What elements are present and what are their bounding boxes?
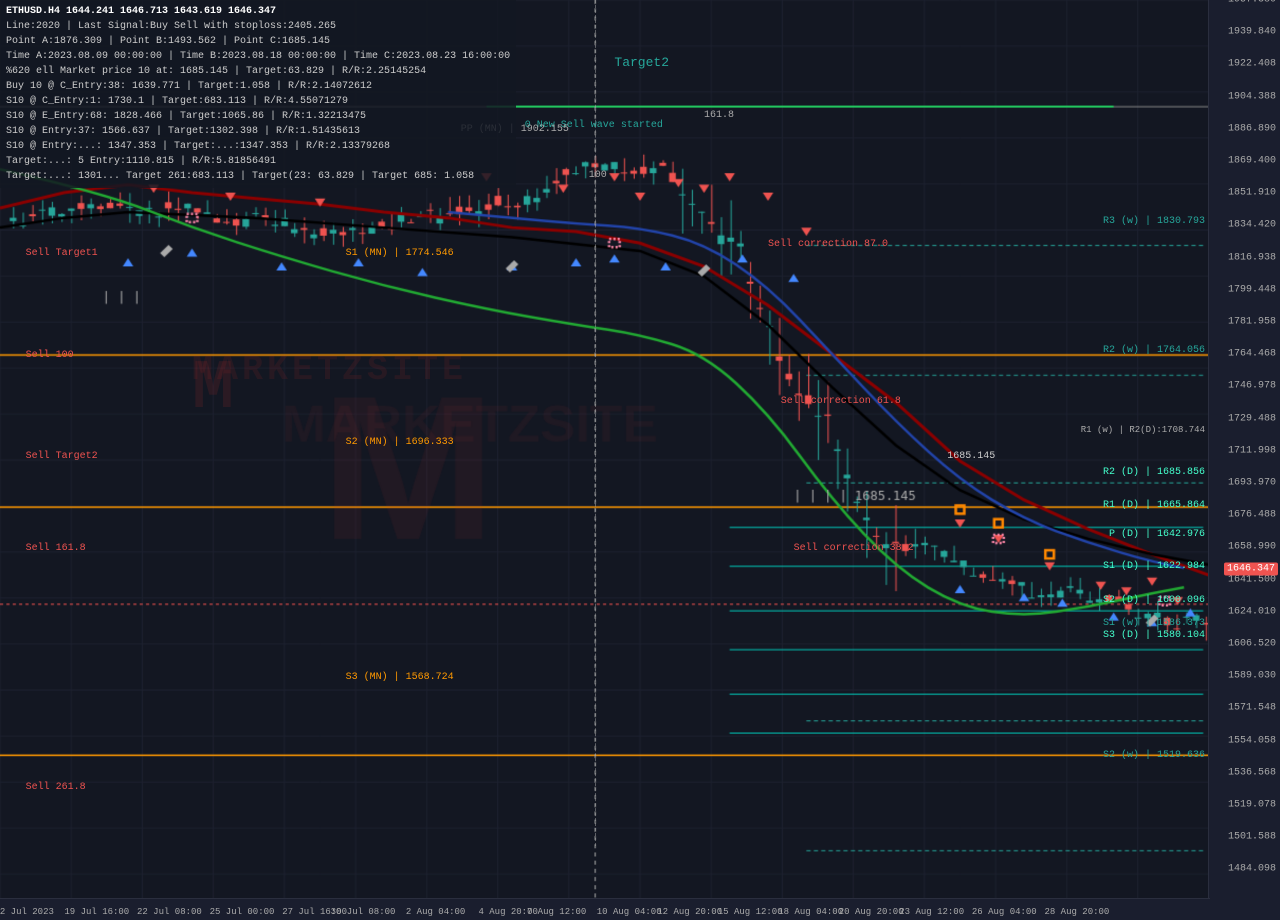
price-1685-label: 1685.145 [947,451,995,462]
sell-100-label: Sell 100 [26,350,74,361]
time-label: 19 Jul 16:00 [64,907,129,917]
price-label: 1554.058 [1228,735,1276,746]
info-line-5: S10 @ C_Entry:1: 1730.1 | Target:683.113… [6,94,510,109]
price-label: 1957.380 [1228,0,1276,6]
time-label: 12 Aug 20:00 [657,907,722,917]
info-line-1: Point A:1876.309 | Point B:1493.562 | Po… [6,34,510,49]
price-label: 1939.840 [1228,27,1276,38]
time-label: 15 Aug 12:00 [718,907,783,917]
r2-d-label: R2 (D) | 1685.856 [1103,467,1205,478]
info-line-8: S10 @ Entry:...: 1347.353 | Target:...:1… [6,139,510,154]
price-label: 1764.468 [1228,349,1276,360]
price-label: 1711.998 [1228,445,1276,456]
price-label: 1729.488 [1228,413,1276,424]
price-label: 1746.978 [1228,381,1276,392]
time-label: 23 Aug 12:00 [899,907,964,917]
info-line-10: Target:...: 1301... Target 261:683.113 |… [6,169,510,184]
price-label: 1693.970 [1228,478,1276,489]
time-label: 18 Aug 04:00 [778,907,843,917]
price-label: 1816.938 [1228,252,1276,263]
info-line-3: %620 ell Market price 10 at: 1685.145 | … [6,64,510,79]
s2-mn-label: S2 (MN) | 1696.333 [346,437,454,448]
sell-correction-382-label: Sell correction 38.2 [794,543,914,554]
sell-2618-label: Sell 261.8 [26,782,86,793]
s1-mn-label: S1 (MN) | 1774.546 [346,248,454,259]
time-label: 26 Aug 04:00 [972,907,1037,917]
chart-container: M MARKETZSITE ETHUSD.H4 1644.241 1646.71… [0,0,1280,920]
s3-d-label: S3 (D) | 1580.104 [1103,630,1205,641]
subtitle-line: Line:2020 | Last Signal:Buy Sell with st… [6,19,510,34]
sell-1618-label: Sell 161.8 [26,543,86,554]
fib-100-label: 100 [589,170,607,181]
fib-1618-label: 161.8 [704,110,734,121]
price-label: 1641.500 [1228,574,1276,585]
s2-w-label: S2 (w) | 1519.636 [1103,750,1205,761]
price-label: 1484.098 [1228,864,1276,875]
price-label: 1536.568 [1228,767,1276,778]
price-scale: 1957.380 1939.840 1922.408 1904.388 1886.890… [1208,0,1280,920]
price-label: 1676.488 [1228,510,1276,521]
price-label: 1571.548 [1228,703,1276,714]
sell-target2-label: Sell Target2 [26,451,98,462]
time-label: 22 Jul 08:00 [137,907,202,917]
price-label: 1781.958 [1228,317,1276,328]
price-label: 1922.408 [1228,59,1276,70]
price-label: 1501.588 [1228,832,1276,843]
price-label: 1834.420 [1228,220,1276,231]
s1-d-label: S1 (D) | 1622.984 [1103,561,1205,572]
r2-w-label: R2 (w) | 1764.056 [1103,345,1205,356]
symbol-title: ETHUSD.H4 1644.241 1646.713 1643.619 164… [6,6,276,17]
time-scale: 12 Jul 2023 19 Jul 16:00 22 Jul 08:00 25 Ju… [0,898,1210,920]
price-label: 1624.010 [1228,606,1276,617]
s3-mn-label: S3 (MN) | 1568.724 [346,672,454,683]
price-label: 1519.078 [1228,800,1276,811]
info-line-4: Buy 10 @ C_Entry:38: 1639.771 | Target:1… [6,79,510,94]
time-label: 20 Aug 20:00 [839,907,904,917]
price-label: 1606.520 [1228,639,1276,650]
target2-label: Target2 [614,55,669,70]
time-label: 7 Aug 12:00 [527,907,586,917]
price-label: 1799.448 [1228,284,1276,295]
info-line-7: S10 @ Entry:37: 1566.637 | Target:1302.3… [6,124,510,139]
price-label: 1851.910 [1228,188,1276,199]
info-line-2: Time A:2023.08.09 00:00:00 | Time B:2023… [6,49,510,64]
price-label: 1904.388 [1228,91,1276,102]
current-price-label: 1646.347 [1224,562,1278,575]
s2-d-label: S2 (D) | 1600.096 [1103,595,1205,606]
price-label: 1589.030 [1228,671,1276,682]
time-label: 12 Jul 2023 [0,907,54,917]
r3-w-label: R3 (w) | 1830.793 [1103,216,1205,227]
price-label: 1658.990 [1228,542,1276,553]
time-label: 28 Aug 20:00 [1044,907,1109,917]
info-line-9: Target:...: 5 Entry:1110.815 | R/R:5.818… [6,154,510,169]
price-label: 1886.890 [1228,123,1276,134]
sell-correction-618-label: Sell correction 61.8 [781,396,901,407]
info-overlay: ETHUSD.H4 1644.241 1646.713 1643.619 164… [0,0,516,188]
time-label: 30 Jul 08:00 [331,907,396,917]
time-label: 2 Aug 04:00 [406,907,465,917]
sell-target1-label: Sell Target1 [26,248,98,259]
price-label: 1869.400 [1228,156,1276,167]
time-label: 10 Aug 04:00 [597,907,662,917]
p-d-label: P (D) | 1642.976 [1109,529,1205,540]
time-label: 25 Jul 00:00 [210,907,275,917]
r1-d-label: R1 (D) | 1665.864 [1103,500,1205,511]
sell-correction-870-label: Sell correction 87.0 [768,239,888,250]
info-line-6: S10 @ E_Entry:68: 1828.466 | Target:1065… [6,109,510,124]
r1-w-label: R1 (w) | R2(D):1708.744 [1081,425,1205,435]
s1-w-label: S1 (w) | 1586.373 [1103,618,1205,629]
watermark-text: MARKETZSITE [192,350,467,390]
